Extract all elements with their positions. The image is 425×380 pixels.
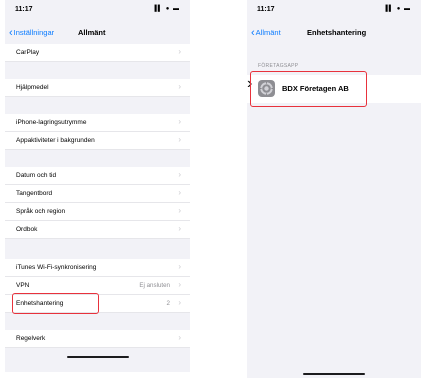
row-regulatory[interactable]: Regelverk ›	[5, 330, 190, 348]
home-indicator	[67, 356, 129, 358]
row-dictionary[interactable]: Ordbok ›	[5, 221, 190, 239]
row-label: Tangentbord	[16, 190, 53, 197]
row-keyboard[interactable]: Tangentbord ›	[5, 185, 190, 203]
status-icons: ▐▌ ● ▬	[152, 6, 180, 12]
back-label: Allmänt	[255, 28, 281, 37]
row-language-region[interactable]: Språk och region ›	[5, 203, 190, 221]
back-button[interactable]: ‹Inställningar	[9, 27, 54, 39]
chevron-right-icon: ›	[178, 188, 181, 197]
section-header: FÖRETAGSAPP	[258, 63, 299, 69]
chevron-right-icon: ›	[178, 262, 181, 271]
row-label: Hjälpmedel	[16, 84, 49, 91]
chevron-right-icon: ›	[178, 224, 181, 233]
navigation-bar: ‹Allmänt Enhetshantering	[247, 22, 421, 44]
row-label: Regelverk	[16, 335, 46, 342]
row-itunes-wifi-sync[interactable]: iTunes Wi-Fi-synkronisering ›	[5, 259, 190, 277]
chevron-right-icon: ›	[178, 117, 181, 126]
chevron-right-icon: ›	[178, 206, 181, 215]
chevron-left-icon: ‹	[251, 27, 255, 39]
navigation-bar: ‹Inställningar Allmänt	[5, 22, 190, 44]
row-label: CarPlay	[16, 49, 40, 56]
profile-count: 2	[166, 300, 170, 307]
back-label: Inställningar	[13, 28, 55, 37]
status-icons: ▐▌ ● ▬	[383, 6, 411, 12]
row-date-time[interactable]: Datum och tid ›	[5, 167, 190, 185]
chevron-right-icon: ›	[178, 333, 181, 342]
company-highlight	[250, 71, 367, 107]
chevron-right-icon: ›	[178, 47, 181, 56]
vpn-status: Ej ansluten	[139, 282, 170, 289]
page-title: Enhetshantering	[307, 28, 367, 37]
row-background-app-refresh[interactable]: Appaktiviteter i bakgrunden ›	[5, 132, 190, 150]
device-management-highlight	[12, 293, 99, 314]
general-settings-screen: 11:17 ▐▌ ● ▬ ‹Inställningar Allmänt CarP…	[5, 0, 190, 372]
row-carplay[interactable]: CarPlay ›	[5, 44, 190, 62]
row-label: VPN	[16, 282, 30, 289]
chevron-left-icon: ‹	[9, 27, 13, 39]
row-label: iTunes Wi-Fi-synkronisering	[16, 264, 97, 271]
status-time: 11:17	[15, 6, 33, 13]
chevron-right-icon: ›	[178, 135, 181, 144]
row-label: iPhone-lagringsutrymme	[16, 119, 87, 126]
back-button[interactable]: ‹Allmänt	[251, 27, 281, 39]
chevron-right-icon: ›	[178, 280, 181, 289]
home-indicator	[303, 373, 365, 375]
row-label: Ordbok	[16, 226, 38, 233]
row-iphone-storage[interactable]: iPhone-lagringsutrymme ›	[5, 114, 190, 132]
status-bar: 11:17 ▐▌ ● ▬	[247, 0, 421, 22]
chevron-right-icon: ›	[178, 298, 181, 307]
row-hjalpmedel[interactable]: Hjälpmedel ›	[5, 79, 190, 97]
page-title: Allmänt	[78, 28, 106, 37]
chevron-right-icon: ›	[178, 82, 181, 91]
device-management-screen: 11:17 ▐▌ ● ▬ ‹Allmänt Enhetshantering FÖ…	[247, 0, 421, 378]
status-bar: 11:17 ▐▌ ● ▬	[5, 0, 190, 22]
row-label: Datum och tid	[16, 172, 57, 179]
status-time: 11:17	[257, 6, 275, 13]
row-label: Appaktiviteter i bakgrunden	[16, 137, 95, 144]
row-label: Språk och region	[16, 208, 66, 215]
chevron-right-icon: ›	[178, 170, 181, 179]
